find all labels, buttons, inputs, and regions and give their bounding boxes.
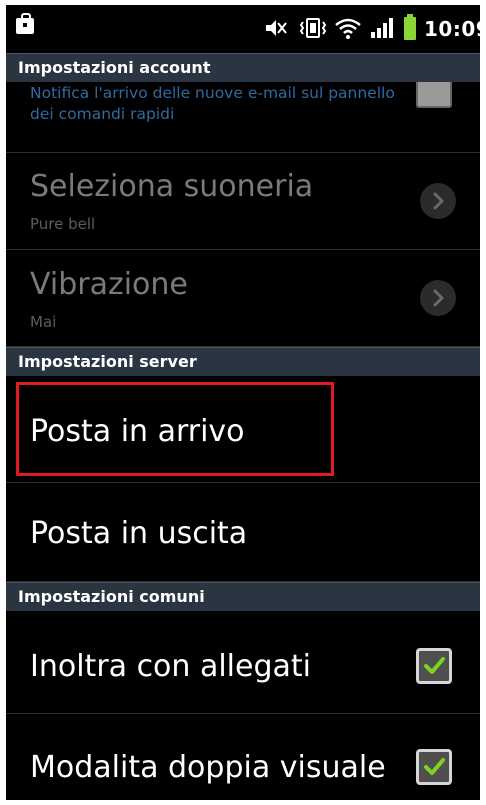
- notification-setting-row[interactable]: Notifica l'arrivo delle nuove e-mail sul…: [6, 82, 480, 153]
- highlight-box: [16, 382, 334, 476]
- chevron-right-icon[interactable]: [420, 183, 456, 219]
- forward-attachments-checkbox[interactable]: [416, 648, 452, 684]
- vibration-title: Vibrazione: [30, 267, 188, 302]
- ringtone-value: Pure bell: [30, 215, 96, 233]
- ringtone-title: Seleziona suoneria: [30, 169, 314, 204]
- section-header-common: Impostazioni comuni: [6, 582, 480, 611]
- phone-screen: 10:09 Impostazioni account Notifica l'ar…: [6, 5, 480, 800]
- ringtone-setting-row[interactable]: Seleziona suoneria Pure bell: [6, 153, 480, 250]
- chevron-right-icon[interactable]: [420, 280, 456, 316]
- vibration-setting-row[interactable]: Vibrazione Mai: [6, 250, 480, 347]
- check-icon: [424, 657, 445, 674]
- dual-view-row[interactable]: Modalita doppia visuale: [6, 714, 480, 800]
- dual-view-label: Modalita doppia visuale: [30, 750, 386, 785]
- section-header-account-label: Impostazioni account: [18, 58, 211, 77]
- vibration-value: Mai: [30, 313, 57, 331]
- status-bar: 10:09: [6, 5, 480, 53]
- forward-attachments-label: Inoltra con allegati: [30, 649, 312, 684]
- vibrate-icon: [299, 18, 327, 38]
- dual-view-checkbox[interactable]: [416, 749, 452, 785]
- forward-attachments-row[interactable]: Inoltra con allegati: [6, 611, 480, 714]
- notification-checkbox[interactable]: [416, 82, 452, 108]
- section-header-account: Impostazioni account: [6, 53, 480, 82]
- status-time: 10:09: [424, 17, 480, 41]
- outgoing-mail-row[interactable]: Posta in uscita: [6, 483, 480, 582]
- mute-icon: [266, 20, 287, 36]
- battery-icon: [404, 14, 416, 40]
- check-icon: [424, 758, 445, 775]
- section-header-server-label: Impostazioni server: [18, 352, 197, 371]
- wifi-icon: [335, 18, 361, 39]
- section-header-common-label: Impostazioni comuni: [18, 587, 205, 606]
- outgoing-mail-label: Posta in uscita: [30, 516, 248, 551]
- notification-setting-description: Notifica l'arrivo delle nuove e-mail sul…: [30, 84, 395, 123]
- section-header-server: Impostazioni server: [6, 347, 480, 376]
- signal-icon: [371, 18, 393, 38]
- shopping-bag-icon: [16, 13, 34, 34]
